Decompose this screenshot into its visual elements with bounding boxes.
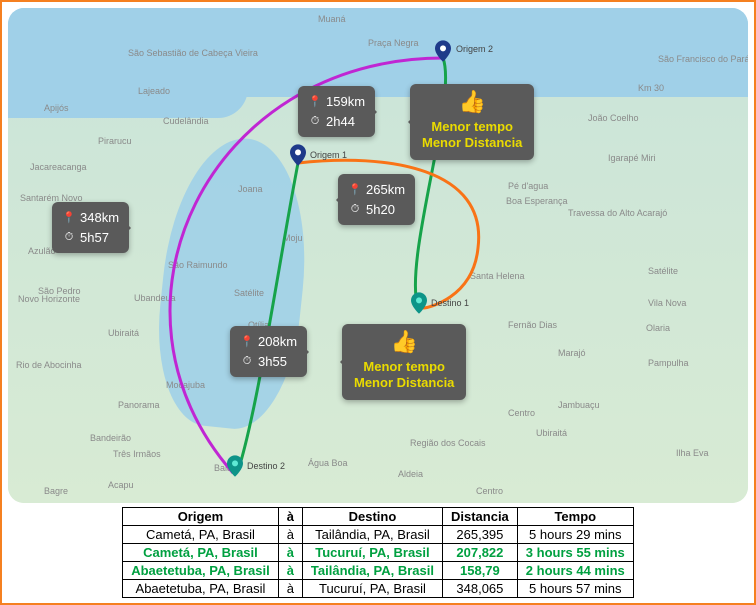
pin-label-origem2: Origem 2 [456,44,493,54]
cell-tempo: 5 hours 29 mins [517,526,633,544]
distance-icon: 📍 [62,210,76,227]
cell-distancia: 265,395 [442,526,517,544]
clock-icon: ⏱ [240,353,254,370]
col-destino: Destino [302,508,442,526]
clock-icon: ⏱ [308,113,322,130]
col-a: à [278,508,302,526]
thumbs-up-icon: 👍 [354,328,454,357]
pin-label-origem1: Origem 1 [310,150,347,160]
route-lines [8,8,748,503]
cell-a: à [278,544,302,562]
cell-tempo: 5 hours 57 mins [517,580,633,598]
cell-a: à [278,580,302,598]
cell-destino: Tucuruí, PA, Brasil [302,544,442,562]
table-row: Cametá, PA, BrasilàTucuruí, PA, Brasil20… [123,544,634,562]
cell-a: à [278,526,302,544]
distance-icon: 📍 [240,334,254,351]
distance-icon: 📍 [348,182,362,199]
cell-destino: Tailândia, PA, Brasil [302,562,442,580]
cell-destino: Tailândia, PA, Brasil [302,526,442,544]
cell-tempo: 3 hours 55 mins [517,544,633,562]
pin-destino1 [411,292,427,314]
cell-origem: Abaetetuba, PA, Brasil [123,580,278,598]
table-row: Abaetetuba, PA, BrasilàTucuruí, PA, Bras… [123,580,634,598]
table-row: Abaetetuba, PA, BrasilàTailândia, PA, Br… [123,562,634,580]
cell-origem: Cametá, PA, Brasil [123,526,278,544]
table-header-row: Origem à Destino Distancia Tempo [123,508,634,526]
cell-tempo: 2 hours 44 mins [517,562,633,580]
callout-best-top: 👍 Menor tempo Menor Distancia [410,84,534,160]
table-row: Cametá, PA, BrasilàTailândia, PA, Brasil… [123,526,634,544]
tooltip-route-orange: 📍265km ⏱5h20 [338,174,415,225]
tooltip-route-green-bottom: 📍208km ⏱3h55 [230,326,307,377]
pin-origem2 [435,40,451,62]
clock-icon: ⏱ [348,201,362,218]
thumbs-up-icon: 👍 [422,88,522,117]
cell-distancia: 207,822 [442,544,517,562]
pin-origem1 [290,144,306,166]
pin-label-destino2: Destino 2 [247,461,285,471]
col-origem: Origem [123,508,278,526]
clock-icon: ⏱ [62,229,76,246]
pin-destino2 [227,455,243,477]
col-distancia: Distancia [442,508,517,526]
cell-origem: Abaetetuba, PA, Brasil [123,562,278,580]
pin-label-destino1: Destino 1 [431,298,469,308]
cell-a: à [278,562,302,580]
cell-destino: Tucuruí, PA, Brasil [302,580,442,598]
col-tempo: Tempo [517,508,633,526]
cell-origem: Cametá, PA, Brasil [123,544,278,562]
route-map[interactable]: Muaná Praça Negra São Sebastião de Cabeç… [8,8,748,503]
callout-best-bottom: 👍 Menor tempo Menor Distancia [342,324,466,400]
distance-icon: 📍 [308,94,322,111]
tooltip-route-magenta: 📍348km ⏱5h57 [52,202,129,253]
tooltip-route-green-top: 📍159km ⏱2h44 [298,86,375,137]
cell-distancia: 348,065 [442,580,517,598]
cell-distancia: 158,79 [442,562,517,580]
results-table: Origem à Destino Distancia Tempo Cametá,… [122,507,634,598]
